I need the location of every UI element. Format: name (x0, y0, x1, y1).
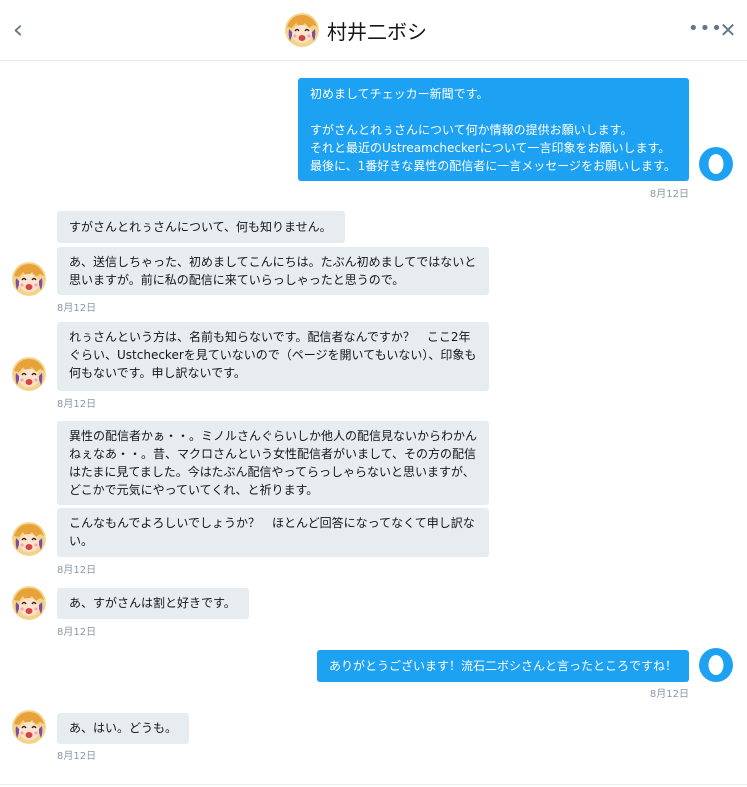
contact-avatar[interactable] (12, 586, 46, 620)
conversation-title: 村井二ボシ (327, 19, 427, 44)
message-timestamp: 8月12日 (57, 751, 97, 762)
message-timestamp: 8月12日 (649, 189, 689, 200)
contact-avatar[interactable] (12, 522, 46, 556)
contact-avatar[interactable] (285, 13, 319, 47)
message-timestamp: 8月12日 (57, 565, 97, 576)
contact-avatar[interactable] (12, 357, 46, 391)
back-chevron-icon[interactable]: ‹ (8, 16, 28, 44)
more-options-icon[interactable]: ••• (688, 18, 722, 42)
close-icon[interactable]: ✕ (716, 16, 740, 44)
incoming-message: あ、すがさんは割と好きです。 (57, 588, 249, 619)
message-timestamp: 8月12日 (649, 689, 689, 700)
conversation-header: ‹ 村井二ボシ ••• ✕ (0, 0, 747, 61)
message-timestamp: 8月12日 (57, 399, 97, 410)
incoming-message: すがさんとれぅさんについて、何も知りません。 (57, 211, 345, 243)
outgoing-message: 初めましてチェッカー新聞です。 すがさんとれぅさんについて何か情報の提供お願いし… (298, 78, 689, 181)
contact-avatar[interactable] (12, 262, 46, 296)
composer-divider (0, 784, 747, 785)
incoming-message: あ、送信しちゃった、初めましてこんにちは。たぶん初めましてではないと思いますが。… (57, 247, 489, 295)
own-avatar (698, 647, 734, 683)
incoming-message: れぅさんという方は、名前も知らないです。配信者なんですか？ ここ2年ぐらい、Us… (57, 322, 489, 391)
message-timestamp: 8月12日 (57, 627, 97, 638)
incoming-message: あ、はい。どうも。 (57, 713, 189, 744)
own-avatar (698, 146, 734, 182)
contact-avatar[interactable] (12, 710, 46, 744)
outgoing-message: ありがとうございます！流石二ボシさんと言ったところですね！ (317, 650, 689, 682)
incoming-message: 異性の配信者かぁ・・。ミノルさんぐらいしか他人の配信見ないからわかんねぇなあ・・… (57, 421, 489, 505)
conversation-title-group: 村井二ボシ (285, 13, 427, 47)
incoming-message: こんなもんでよろしいでしょうか？ ほとんど回答になってなくて申し訳ない。 (57, 508, 489, 557)
message-timestamp: 8月12日 (57, 303, 97, 314)
